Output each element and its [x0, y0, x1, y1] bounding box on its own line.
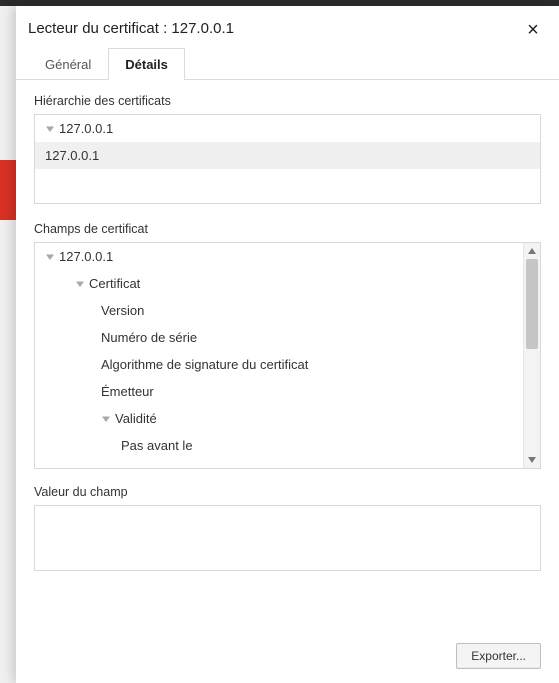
field-root-label: 127.0.0.1 — [59, 249, 113, 264]
hierarchy-root-row[interactable]: 127.0.0.1 — [35, 115, 540, 142]
tab-general[interactable]: Général — [28, 48, 108, 80]
hierarchy-child-label: 127.0.0.1 — [45, 148, 99, 163]
scroll-up-arrow-icon[interactable] — [524, 243, 540, 259]
field-version-label: Version — [101, 303, 144, 318]
field-value-section: Valeur du champ — [34, 485, 541, 571]
field-issuer-label: Émetteur — [101, 384, 154, 399]
hierarchy-label: Hiérarchie des certificats — [34, 94, 541, 108]
field-certificat-row[interactable]: Certificat — [35, 270, 524, 297]
fields-scrollbar[interactable] — [523, 243, 540, 468]
scrollbar-track[interactable] — [524, 259, 540, 452]
certificate-viewer-dialog: Lecteur du certificat : 127.0.0.1 × Géné… — [16, 6, 559, 683]
fields-label: Champs de certificat — [34, 222, 541, 236]
field-not-before-row[interactable]: Pas avant le — [35, 432, 524, 459]
close-icon[interactable]: × — [519, 16, 547, 44]
hierarchy-empty-row — [35, 169, 540, 203]
field-validity-row[interactable]: Validité — [35, 405, 524, 432]
tab-details[interactable]: Détails — [108, 48, 185, 80]
dialog-content: Hiérarchie des certificats 127.0.0.1 127… — [16, 80, 559, 633]
field-issuer-row[interactable]: Émetteur — [35, 378, 524, 405]
field-serial-row[interactable]: Numéro de série — [35, 324, 524, 351]
certificate-fields-list: 127.0.0.1 Certificat Version Numéro de s… — [35, 243, 524, 468]
certificate-hierarchy-panel: 127.0.0.1 127.0.0.1 — [34, 114, 541, 204]
tabs-bar: Général Détails — [16, 47, 559, 80]
scrollbar-thumb[interactable] — [526, 259, 538, 349]
disclosure-triangle-icon — [45, 252, 55, 262]
scroll-down-arrow-icon[interactable] — [524, 452, 540, 468]
field-certificat-label: Certificat — [89, 276, 140, 291]
dialog-header: Lecteur du certificat : 127.0.0.1 × — [16, 6, 559, 47]
field-validity-label: Validité — [115, 411, 157, 426]
background-page-red-strip — [0, 160, 16, 220]
field-not-before-label: Pas avant le — [121, 438, 193, 453]
field-root-row[interactable]: 127.0.0.1 — [35, 243, 524, 270]
disclosure-triangle-icon — [75, 279, 85, 289]
field-value-panel — [34, 505, 541, 571]
field-sig-alg-label: Algorithme de signature du certificat — [101, 357, 308, 372]
dialog-footer: Exporter... — [16, 633, 559, 683]
field-sig-alg-row[interactable]: Algorithme de signature du certificat — [35, 351, 524, 378]
field-value-label: Valeur du champ — [34, 485, 541, 499]
disclosure-triangle-icon — [45, 124, 55, 134]
export-button[interactable]: Exporter... — [456, 643, 541, 669]
disclosure-triangle-icon — [101, 414, 111, 424]
hierarchy-root-label: 127.0.0.1 — [59, 121, 113, 136]
hierarchy-child-row[interactable]: 127.0.0.1 — [35, 142, 540, 169]
certificate-fields-section: Champs de certificat 127.0.0.1 Certifica… — [34, 222, 541, 469]
dialog-title: Lecteur du certificat : 127.0.0.1 — [28, 14, 519, 47]
field-serial-label: Numéro de série — [101, 330, 197, 345]
field-version-row[interactable]: Version — [35, 297, 524, 324]
certificate-fields-panel: 127.0.0.1 Certificat Version Numéro de s… — [34, 242, 541, 469]
